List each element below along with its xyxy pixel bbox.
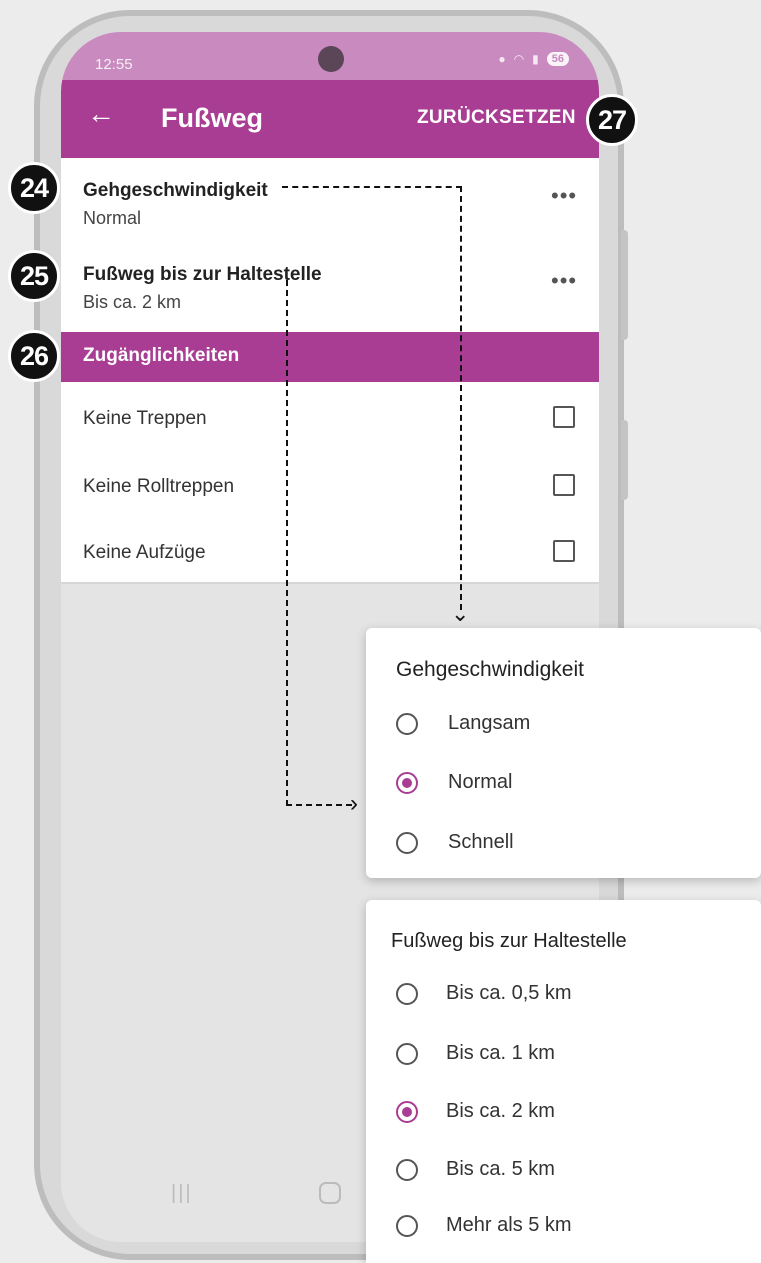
dialog-title: Gehgeschwindigkeit bbox=[396, 658, 584, 681]
radio-label: Normal bbox=[448, 771, 513, 793]
radio-label: Mehr als 5 km bbox=[446, 1214, 572, 1236]
radio-label: Langsam bbox=[448, 712, 531, 734]
radio-option-slow[interactable]: Langsam bbox=[396, 712, 530, 735]
radio-icon[interactable] bbox=[396, 1158, 418, 1181]
radio-label: Bis ca. 2 km bbox=[446, 1100, 555, 1122]
radio-option-normal[interactable]: Normal bbox=[396, 771, 512, 794]
checkbox-label: Keine Aufzüge bbox=[83, 542, 206, 563]
checkbox[interactable] bbox=[553, 474, 575, 496]
dialog-title: Fußweg bis zur Haltestelle bbox=[391, 930, 627, 952]
callout-badge: 26 bbox=[8, 330, 60, 382]
status-time: 12:55 bbox=[95, 56, 133, 73]
radio-icon[interactable] bbox=[396, 982, 418, 1005]
connector-line bbox=[286, 804, 352, 806]
setting-value: Normal bbox=[83, 208, 142, 228]
checkbox[interactable] bbox=[553, 406, 575, 428]
checkbox-label: Keine Rolltreppen bbox=[83, 476, 235, 497]
radio-option-5km[interactable]: Bis ca. 5 km bbox=[396, 1158, 555, 1181]
radio-option-more-5km[interactable]: Mehr als 5 km bbox=[396, 1214, 572, 1237]
wifi-icon: ◠ bbox=[513, 52, 525, 66]
more-options-icon[interactable]: ••• bbox=[551, 183, 577, 209]
radio-option-2km[interactable]: Bis ca. 2 km bbox=[396, 1100, 555, 1123]
checkbox-label: Keine Treppen bbox=[83, 408, 207, 429]
radio-label: Bis ca. 5 km bbox=[446, 1158, 555, 1180]
radio-icon[interactable] bbox=[396, 712, 418, 735]
volume-button bbox=[621, 230, 628, 340]
radio-selected-icon[interactable] bbox=[396, 771, 418, 794]
connector-line bbox=[286, 280, 288, 806]
radio-icon[interactable] bbox=[396, 831, 418, 854]
radio-icon[interactable] bbox=[396, 1214, 418, 1237]
radio-selected-icon[interactable] bbox=[396, 1100, 418, 1123]
reset-button[interactable]: ZURÜCKSETZEN bbox=[417, 107, 576, 129]
radio-label: Bis ca. 1 km bbox=[446, 1042, 555, 1064]
signal-icon: ▮ bbox=[532, 52, 539, 66]
arrow-down-icon: ⌄ bbox=[451, 601, 470, 626]
page-title: Fußweg bbox=[161, 103, 263, 133]
home-icon[interactable] bbox=[319, 1182, 341, 1204]
setting-value: Bis ca. 2 km bbox=[83, 292, 182, 312]
battery-icon: 56 bbox=[546, 52, 569, 66]
settings-list: Gehgeschwindigkeit Normal ••• Fußweg bis… bbox=[61, 158, 599, 584]
walk-distance-dialog: Fußweg bis zur Haltestelle Bis ca. 0,5 k… bbox=[366, 900, 761, 1263]
callout-badge: 27 bbox=[586, 94, 638, 146]
radio-icon[interactable] bbox=[396, 1042, 418, 1065]
radio-option-1km[interactable]: Bis ca. 1 km bbox=[396, 1042, 555, 1065]
power-button bbox=[621, 420, 628, 500]
callout-badge: 25 bbox=[8, 250, 60, 302]
checkbox[interactable] bbox=[553, 540, 575, 562]
radio-label: Bis ca. 0,5 km bbox=[446, 982, 572, 1004]
radio-option-fast[interactable]: Schnell bbox=[396, 831, 514, 854]
callout-badge: 24 bbox=[8, 162, 60, 214]
walking-speed-dialog: Gehgeschwindigkeit Langsam Normal Schnel… bbox=[366, 628, 761, 878]
connector-line bbox=[282, 186, 462, 188]
status-bar: 12:55 ● ◠ ▮ 56 bbox=[61, 32, 599, 80]
status-icons: ● ◠ ▮ 56 bbox=[498, 52, 569, 66]
more-options-icon[interactable]: ••• bbox=[551, 268, 577, 294]
camera-icon bbox=[318, 46, 344, 72]
recent-apps-icon[interactable]: ||| bbox=[171, 1182, 193, 1205]
section-title: Zugänglichkeiten bbox=[83, 345, 240, 366]
radio-label: Schnell bbox=[448, 831, 514, 853]
radio-option-05km[interactable]: Bis ca. 0,5 km bbox=[396, 982, 572, 1005]
setting-title: Gehgeschwindigkeit bbox=[83, 180, 268, 201]
app-bar: ← Fußweg ZURÜCKSETZEN bbox=[61, 80, 599, 158]
location-icon: ● bbox=[498, 52, 506, 66]
arrow-left-icon[interactable]: ← bbox=[87, 98, 115, 130]
section-header: Zugänglichkeiten bbox=[61, 332, 599, 382]
connector-line bbox=[460, 186, 462, 610]
arrow-right-icon: › bbox=[350, 790, 358, 817]
